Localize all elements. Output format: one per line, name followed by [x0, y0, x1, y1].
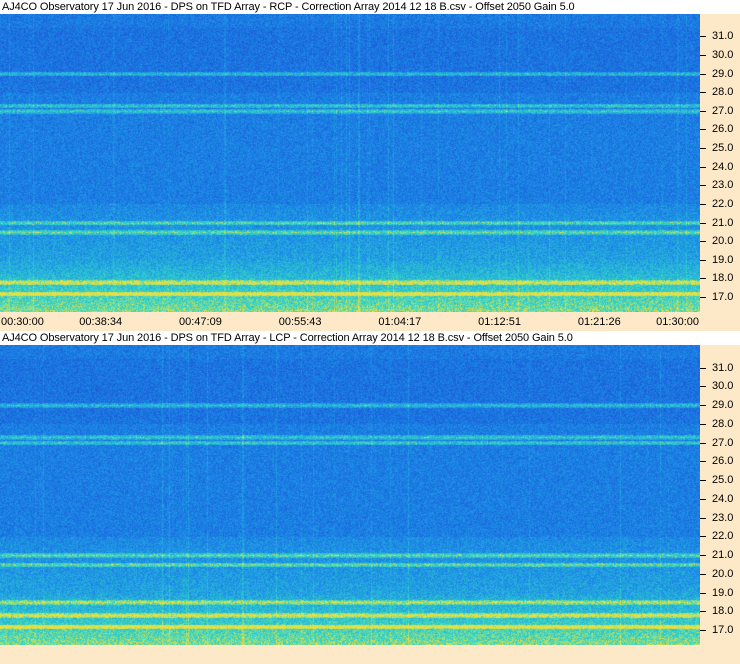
freq-tick-label: 17.0 [712, 291, 734, 304]
freq-tick-mark [700, 555, 706, 556]
lcp-frequency-axis: 31.0 30.0 29.0 28.0 27.0 26.0 25.0 24.0 23.0 22.0… [700, 345, 740, 645]
freq-tick-mark [700, 386, 706, 388]
freq-tick-label: 19.0 [712, 586, 734, 599]
freq-tick-label: 23.0 [712, 179, 734, 192]
freq-tick-label: 26.0 [712, 123, 734, 136]
lcp-time-axis-strip [0, 648, 740, 664]
freq-tick-mark [700, 611, 706, 613]
freq-tick-label: 31.0 [712, 30, 734, 43]
freq-tick-label: 28.0 [712, 417, 734, 430]
freq-tick-label: 21.0 [712, 216, 734, 229]
freq-tick-mark [700, 278, 706, 280]
freq-tick-mark [700, 517, 706, 519]
time-tick-label: 00:30:00 [1, 316, 44, 328]
freq-tick-label: 24.0 [712, 160, 734, 173]
freq-tick-mark [700, 630, 706, 631]
freq-tick-mark [700, 203, 706, 205]
freq-tick-mark [700, 442, 706, 444]
freq-tick-mark [700, 498, 706, 500]
freq-tick-label: 27.0 [712, 104, 734, 117]
freq-tick-mark [700, 259, 706, 261]
freq-tick-mark [700, 129, 706, 131]
freq-tick-label: 26.0 [712, 455, 734, 468]
freq-tick-label: 20.0 [712, 567, 734, 580]
lcp-spectrogram [0, 345, 700, 645]
time-tick-label: 00:47:09 [179, 316, 222, 328]
freq-tick-mark [700, 241, 706, 243]
freq-tick-mark [700, 592, 706, 594]
freq-tick-mark [700, 54, 706, 56]
freq-tick-label: 23.0 [712, 511, 734, 524]
freq-tick-label: 31.0 [712, 361, 734, 374]
rcp-panel-title: AJ4CO Observatory 17 Jun 2016 - DPS on T… [0, 0, 740, 14]
time-tick-label: 00:38:34 [79, 316, 123, 328]
lcp-panel-title: AJ4CO Observatory 17 Jun 2016 - DPS on T… [0, 331, 740, 345]
freq-tick-label: 19.0 [712, 253, 734, 266]
freq-tick-label: 30.0 [712, 48, 734, 61]
time-tick-label: 01:04:17 [378, 316, 422, 328]
freq-tick-label: 17.0 [712, 624, 734, 636]
freq-tick-label: 30.0 [712, 380, 734, 393]
freq-tick-mark [700, 405, 706, 406]
freq-tick-label: 18.0 [712, 605, 734, 618]
rcp-spectrogram [0, 14, 700, 312]
freq-tick-mark [700, 166, 706, 168]
freq-tick-mark [700, 222, 706, 224]
freq-tick-label: 28.0 [712, 86, 734, 99]
freq-tick-label: 29.0 [712, 67, 734, 80]
freq-tick-label: 20.0 [712, 235, 734, 248]
time-tick-label: 00:55:43 [278, 316, 322, 328]
freq-tick-mark [700, 185, 706, 187]
freq-tick-label: 25.0 [712, 474, 734, 486]
freq-tick-mark [700, 73, 706, 75]
freq-tick-label: 22.0 [712, 197, 734, 210]
freq-tick-label: 25.0 [712, 142, 734, 155]
freq-tick-mark [700, 423, 706, 425]
time-tick-label: 01:12:51 [478, 316, 521, 328]
freq-tick-mark [700, 536, 706, 538]
freq-tick-mark [700, 36, 706, 38]
freq-tick-label: 21.0 [712, 549, 734, 561]
freq-tick-label: 22.0 [712, 530, 734, 543]
time-tick-label: 01:30:00 [656, 316, 699, 328]
freq-tick-label: 18.0 [712, 272, 734, 285]
freq-tick-mark [700, 367, 706, 369]
freq-tick-mark [700, 110, 706, 112]
freq-tick-label: 27.0 [712, 436, 734, 449]
freq-tick-label: 24.0 [712, 492, 734, 505]
freq-tick-mark [700, 92, 706, 94]
time-axis: 00:30:00 00:38:34 00:47:09 00:55:43 01:04:17… [0, 314, 740, 329]
time-tick-label: 01:21:26 [577, 316, 621, 328]
freq-tick-mark [700, 461, 706, 463]
freq-tick-mark [700, 480, 706, 481]
freq-tick-mark [700, 297, 706, 299]
rcp-frequency-axis: 31.0 30.0 29.0 28.0 27.0 26.0 25.0 24.0 23.0 22.0… [700, 14, 740, 312]
freq-tick-mark [700, 148, 706, 150]
freq-tick-label: 29.0 [712, 399, 734, 411]
freq-tick-mark [700, 573, 706, 575]
